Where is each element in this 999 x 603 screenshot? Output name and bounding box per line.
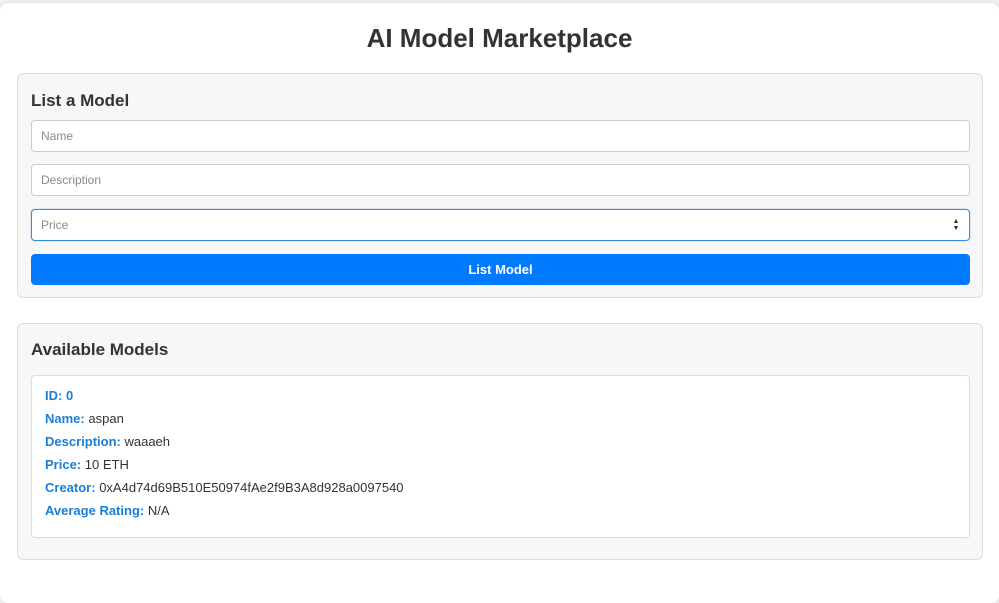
available-models-heading: Available Models xyxy=(31,340,169,359)
model-description-row: Description: waaaeh xyxy=(45,434,170,450)
list-model-panel: List a Model ▲ ▼ List Model xyxy=(17,73,983,298)
page-container: AI Model Marketplace List a Model ▲ ▼ Li… xyxy=(0,3,999,603)
model-price-input[interactable] xyxy=(31,209,970,241)
model-price-row: Price: 10 ETH xyxy=(45,457,129,473)
model-price-label: Price: xyxy=(45,457,82,472)
model-description-input[interactable] xyxy=(31,164,970,196)
model-creator-value: 0xA4d74d69B510E50974fAe2f9B3A8d928a00975… xyxy=(99,480,404,495)
model-description-value: waaaeh xyxy=(124,434,171,449)
model-id-label: ID: xyxy=(45,388,63,403)
model-description-label: Description: xyxy=(45,434,121,449)
model-card: ID: 0 Name: aspan Description: waaaeh Pr… xyxy=(31,375,970,538)
model-rating-row: Average Rating: N/A xyxy=(45,503,170,519)
spinner-up-icon[interactable]: ▲ xyxy=(951,218,961,225)
spinner-down-icon[interactable]: ▼ xyxy=(951,225,961,232)
model-creator-row: Creator: 0xA4d74d69B510E50974fAe2f9B3A8d… xyxy=(45,480,404,496)
model-id-value: 0 xyxy=(65,388,74,403)
list-model-button[interactable]: List Model xyxy=(31,254,970,285)
model-name-label: Name: xyxy=(45,411,85,426)
model-name-input[interactable] xyxy=(31,120,970,152)
list-model-heading: List a Model xyxy=(31,91,130,110)
model-price-value: 10 ETH xyxy=(84,457,129,472)
price-field-wrapper: ▲ ▼ xyxy=(31,209,970,241)
model-name-row: Name: aspan xyxy=(45,411,124,427)
model-creator-label: Creator: xyxy=(45,480,96,495)
model-rating-label: Average Rating: xyxy=(45,503,145,518)
model-rating-value: N/A xyxy=(147,503,170,518)
model-name-value: aspan xyxy=(88,411,124,426)
page-title: AI Model Marketplace xyxy=(366,23,633,53)
model-id-row: ID: 0 xyxy=(45,388,73,404)
spinner-arrows-icon[interactable]: ▲ ▼ xyxy=(951,218,961,232)
available-models-panel: Available Models ID: 0 Name: aspan Descr… xyxy=(17,323,983,560)
